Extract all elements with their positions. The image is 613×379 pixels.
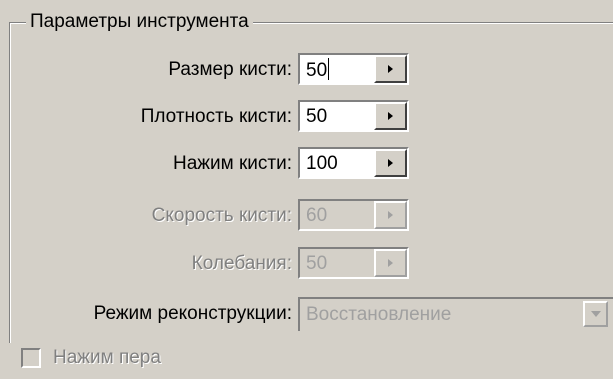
jitter-slider-button[interactable] (374, 249, 407, 277)
brush-size-label: Размер кисти: (168, 59, 292, 80)
brush-size-row: Размер кисти: 50 (0, 53, 613, 87)
jitter-field[interactable]: 50 (298, 247, 409, 279)
brush-pressure-label: Нажим кисти: (173, 153, 292, 174)
brush-size-field[interactable]: 50 (298, 53, 409, 85)
brush-speed-row: Скорость кисти: 60 (0, 199, 613, 233)
brush-speed-slider-button[interactable] (374, 201, 407, 229)
brush-pressure-field[interactable]: 100 (298, 147, 409, 179)
reconstruction-mode-value: Восстановление (306, 304, 452, 325)
pen-pressure-label: Нажим пера (53, 347, 161, 368)
arrow-right-icon (388, 159, 393, 167)
reconstruction-mode-select[interactable]: Восстановление (298, 297, 613, 331)
brush-density-input[interactable]: 50 (306, 105, 327, 129)
arrow-right-icon (388, 259, 393, 267)
brush-density-row: Плотность кисти: 50 (0, 100, 613, 134)
checkbox-icon[interactable] (21, 348, 41, 368)
arrow-right-icon (388, 112, 393, 120)
pen-pressure-checkbox-row[interactable]: Нажим пера (21, 346, 221, 370)
brush-density-label: Плотность кисти: (140, 106, 292, 127)
reconstruction-mode-label: Режим реконструкции: (93, 303, 292, 324)
jitter-label: Колебания: (191, 253, 292, 274)
brush-density-slider-button[interactable] (374, 102, 407, 130)
text-caret (328, 58, 330, 80)
group-title: Параметры инструмента (26, 10, 253, 34)
arrow-right-icon (388, 65, 393, 73)
brush-density-field[interactable]: 50 (298, 100, 409, 132)
arrow-right-icon (388, 211, 393, 219)
jitter-row: Колебания: 50 (0, 247, 613, 281)
jitter-input[interactable]: 50 (306, 252, 327, 276)
brush-pressure-input[interactable]: 100 (306, 152, 338, 176)
brush-size-input[interactable]: 50 (306, 58, 330, 83)
brush-speed-field[interactable]: 60 (298, 199, 409, 231)
reconstruction-mode-dropdown-button[interactable] (583, 301, 608, 327)
chevron-down-icon (591, 311, 601, 317)
brush-speed-input[interactable]: 60 (306, 204, 327, 228)
brush-pressure-slider-button[interactable] (374, 149, 407, 177)
brush-pressure-row: Нажим кисти: 100 (0, 147, 613, 181)
reconstruction-mode-row: Режим реконструкции: Восстановление (0, 297, 613, 331)
brush-size-slider-button[interactable] (374, 55, 407, 83)
brush-speed-label: Скорость кисти: (151, 205, 292, 226)
